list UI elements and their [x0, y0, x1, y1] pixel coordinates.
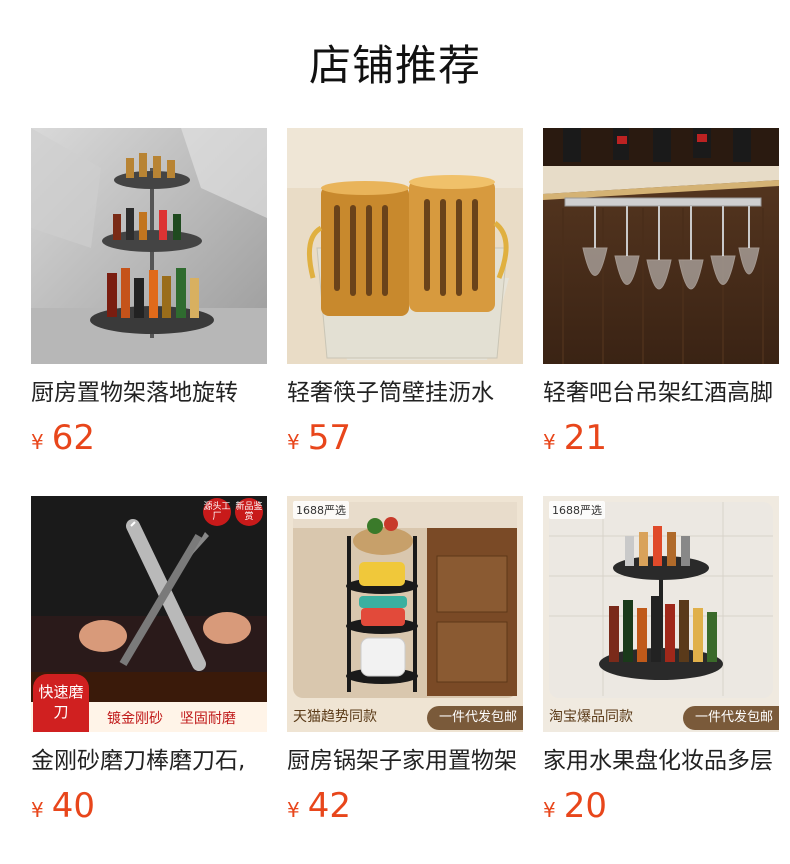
image-tag-top: 1688严选: [293, 501, 349, 519]
product-image-1[interactable]: [31, 128, 267, 364]
product-card-6[interactable]: 1688严选 淘宝爆品同款 一件代发包邮 家用水果盘化妆品多层 ¥20: [543, 496, 779, 826]
product-image-2[interactable]: [287, 128, 523, 364]
product-price-6: ¥20: [543, 786, 779, 826]
image-bottom-left: 淘宝爆品同款: [549, 709, 633, 725]
product-price-2: ¥57: [287, 418, 523, 458]
product-image-3[interactable]: [543, 128, 779, 364]
currency-symbol: ¥: [31, 430, 44, 454]
product-card-4[interactable]: 源头工厂 新品鉴赏 快速磨刀 镀金刚砂 坚固耐磨 金刚砂磨刀棒磨刀石, ¥40: [31, 496, 267, 826]
image-bottom-left: 天猫趋势同款: [293, 709, 377, 725]
product-card-2[interactable]: 轻奢筷子筒壁挂沥水 ¥57: [287, 128, 523, 458]
currency-symbol: ¥: [543, 798, 556, 822]
product-name-3[interactable]: 轻奢吧台吊架红酒高脚: [543, 378, 779, 408]
price-value: 21: [563, 418, 607, 458]
currency-symbol: ¥: [31, 798, 44, 822]
product-name-4[interactable]: 金刚砂磨刀棒磨刀石,: [31, 746, 267, 776]
product-price-3: ¥21: [543, 418, 779, 458]
banner-text-b: 坚固耐磨: [179, 711, 236, 727]
product-image-5[interactable]: 1688严选 天猫趋势同款 一件代发包邮: [287, 496, 523, 732]
badge-factory: 源头工厂: [203, 498, 231, 526]
price-value: 57: [307, 418, 351, 458]
image-bottom-bar: 天猫趋势同款 一件代发包邮: [287, 702, 523, 732]
currency-symbol: ¥: [543, 430, 556, 454]
product-card-1[interactable]: 厨房置物架落地旋转 ¥62: [31, 128, 267, 458]
product-price-1: ¥62: [31, 418, 267, 458]
image-bottom-right: 一件代发包邮: [682, 706, 779, 730]
product-name-1[interactable]: 厨房置物架落地旋转: [31, 378, 267, 408]
currency-symbol: ¥: [287, 798, 300, 822]
product-name-2[interactable]: 轻奢筷子筒壁挂沥水: [287, 378, 523, 408]
product-image-6[interactable]: 1688严选 淘宝爆品同款 一件代发包邮: [543, 496, 779, 732]
product-image-4[interactable]: 源头工厂 新品鉴赏 快速磨刀 镀金刚砂 坚固耐磨: [31, 496, 267, 732]
badge-new: 新品鉴赏: [235, 498, 263, 526]
price-value: 40: [51, 786, 95, 826]
product-price-4: ¥40: [31, 786, 267, 826]
image-bottom-right: 一件代发包邮: [426, 706, 523, 730]
price-value: 42: [307, 786, 351, 826]
product-name-6[interactable]: 家用水果盘化妆品多层: [543, 746, 779, 776]
product-name-5[interactable]: 厨房锅架子家用置物架: [287, 746, 523, 776]
price-value: 20: [563, 786, 607, 826]
product-card-3[interactable]: 轻奢吧台吊架红酒高脚 ¥21: [543, 128, 779, 458]
banner-text-a: 镀金刚砂: [107, 711, 163, 727]
product-card-5[interactable]: 1688严选 天猫趋势同款 一件代发包邮 厨房锅架子家用置物架 ¥42: [287, 496, 523, 826]
image-banner: 镀金刚砂 坚固耐磨: [107, 708, 236, 730]
image-bottom-bar: 淘宝爆品同款 一件代发包邮: [543, 702, 779, 732]
section-title: 店铺推荐: [308, 41, 481, 90]
image-tag-top: 1688严选: [549, 501, 605, 519]
price-value: 62: [51, 418, 95, 458]
corner-label: 快速磨刀: [33, 674, 89, 732]
product-price-5: ¥42: [287, 786, 523, 826]
currency-symbol: ¥: [287, 430, 300, 454]
